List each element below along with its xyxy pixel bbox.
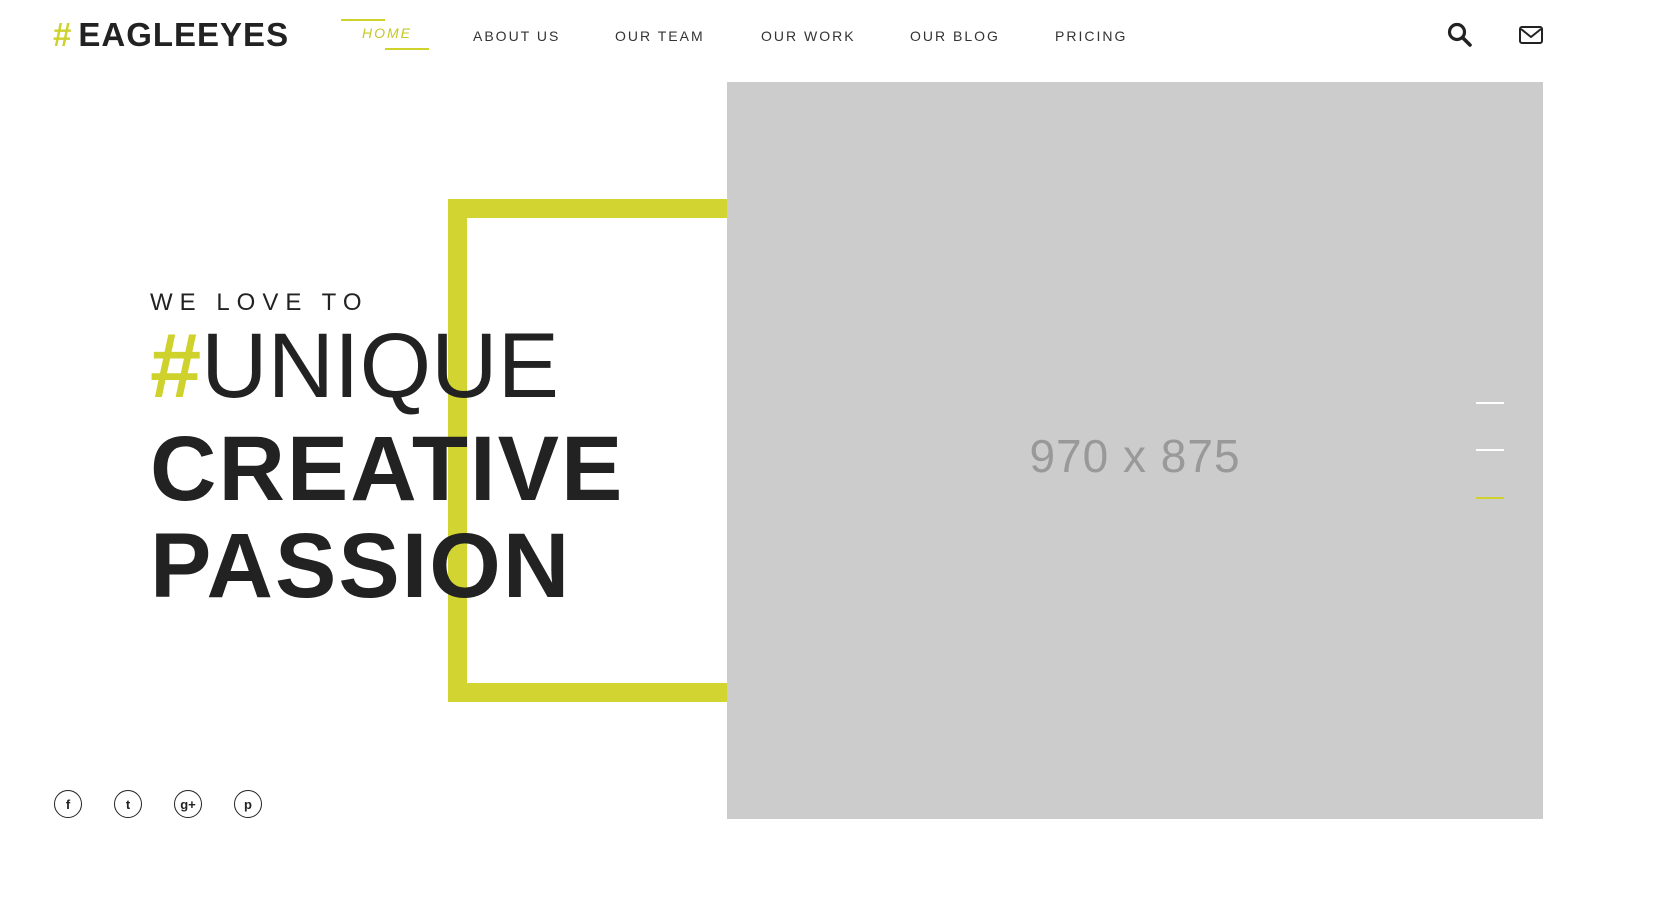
slider-dot-active[interactable] — [1476, 497, 1504, 499]
hero-line-creative: CREATIVE — [150, 418, 625, 520]
hero-hash: # — [150, 315, 202, 417]
slider-dot[interactable] — [1476, 449, 1504, 451]
hero-subtitle: WE LOVE TO — [150, 289, 369, 316]
hero-unique-text: UNIQUE — [201, 315, 559, 417]
facebook-icon[interactable]: f — [54, 790, 82, 818]
nav-about-us[interactable]: ABOUT US — [473, 28, 560, 44]
nav-active-indicator-top — [341, 19, 385, 21]
hero-line-passion: PASSION — [150, 515, 572, 617]
hero-heading: WE LOVE TO #UNIQUE CREATIVE PASSION — [150, 289, 622, 617]
image-size-label: 970 x 875 — [1029, 429, 1241, 482]
pinterest-icon[interactable]: p — [234, 790, 262, 818]
nav-our-work[interactable]: OUR WORK — [761, 28, 856, 44]
logo-hash: # — [53, 16, 73, 53]
site-logo[interactable]: # EAGLEEYES — [53, 16, 289, 54]
search-icon[interactable] — [1447, 22, 1473, 48]
nav-active-indicator-bottom — [385, 48, 429, 50]
twitter-icon[interactable]: t — [114, 790, 142, 818]
hero-line-unique: #UNIQUE — [150, 315, 559, 417]
google-plus-icon[interactable]: g+ — [174, 790, 202, 818]
nav-home[interactable]: HOME — [362, 25, 412, 41]
nav-our-team[interactable]: OUR TEAM — [615, 28, 705, 44]
slider-dot[interactable] — [1476, 402, 1504, 404]
logo-text: EAGLEEYES — [78, 16, 290, 53]
hero-image-placeholder: 970 x 875 — [727, 82, 1543, 819]
mail-icon[interactable] — [1518, 22, 1544, 48]
nav-pricing[interactable]: PRICING — [1055, 28, 1127, 44]
nav-our-blog[interactable]: OUR BLOG — [910, 28, 1000, 44]
